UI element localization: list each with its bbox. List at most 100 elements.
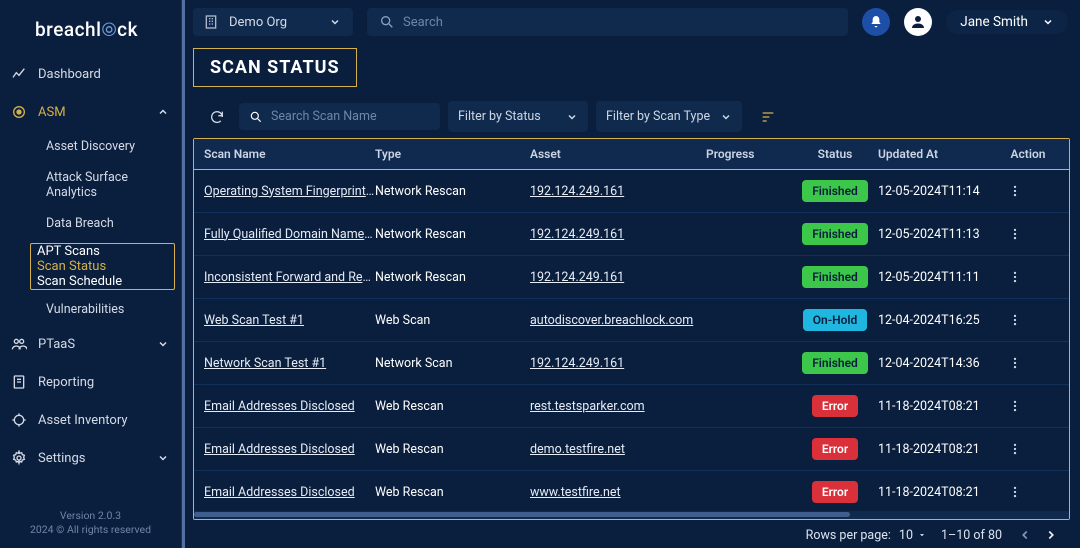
row-actions-button[interactable] <box>1008 270 1048 284</box>
nav: Dashboard ASM Asset Discovery Attack Sur… <box>0 55 181 503</box>
scan-name-link[interactable]: Inconsistent Forward and Reverse <box>200 270 375 285</box>
nav-label: Dashboard <box>38 67 169 82</box>
nav-asset-inventory[interactable]: Asset Inventory <box>0 401 181 439</box>
updated-at: 12-05-2024T11:14 <box>878 184 1008 199</box>
nav-dashboard[interactable]: Dashboard <box>0 55 181 93</box>
row-actions-button[interactable] <box>1008 442 1048 456</box>
row-actions-button[interactable] <box>1008 356 1048 370</box>
more-vertical-icon <box>1008 442 1022 456</box>
rows-per-page-label: Rows per page: <box>806 528 891 543</box>
org-name: Demo Org <box>229 15 319 30</box>
scan-name-link[interactable]: Email Addresses Disclosed <box>200 485 375 500</box>
scan-name-link[interactable]: Email Addresses Disclosed <box>200 442 375 457</box>
nav-scan-status[interactable]: Scan Status <box>31 259 174 274</box>
scan-name-link[interactable]: Web Scan Test #1 <box>200 313 375 328</box>
nav-settings[interactable]: Settings <box>0 439 181 477</box>
row-actions-button[interactable] <box>1008 485 1048 499</box>
scan-type: Network Rescan <box>375 184 530 199</box>
top-search[interactable] <box>367 8 848 36</box>
refresh-button[interactable] <box>203 103 231 131</box>
nav-label: PTaaS <box>38 337 147 352</box>
status-badge: On-Hold <box>803 309 868 331</box>
nav-data-breach[interactable]: Data Breach <box>36 208 181 239</box>
filter-status[interactable]: Filter by Status <box>448 101 588 132</box>
asset-link[interactable]: demo.testfire.net <box>530 442 706 457</box>
table-body: Operating System FingerprintedNetwork Re… <box>194 170 1069 511</box>
nav-label: ASM <box>38 105 147 120</box>
asset-link[interactable]: www.testfire.net <box>530 485 706 500</box>
filter-lines-button[interactable] <box>754 103 782 131</box>
scan-name-link[interactable]: Fully Qualified Domain Name (FQDN) <box>200 227 375 242</box>
target-icon <box>10 103 28 121</box>
scan-name-link[interactable]: Operating System Fingerprinted <box>200 184 375 199</box>
scan-name-link[interactable]: Email Addresses Disclosed <box>200 399 375 414</box>
col-asset: Asset <box>530 147 706 161</box>
asset-link[interactable]: 192.124.249.161 <box>530 270 706 285</box>
table-row: Fully Qualified Domain Name (FQDN)Networ… <box>194 213 1069 256</box>
col-updated: Updated At <box>878 147 1008 161</box>
chevron-down-icon <box>566 111 578 123</box>
row-actions-button[interactable] <box>1008 399 1048 413</box>
status-badge: Finished <box>802 352 868 374</box>
chevron-down-icon <box>1042 16 1054 28</box>
asset-link[interactable]: rest.testsparker.com <box>530 399 706 414</box>
asset-link[interactable]: 192.124.249.161 <box>530 356 706 371</box>
top-search-input[interactable] <box>403 15 836 30</box>
nav-reporting[interactable]: Reporting <box>0 363 181 401</box>
next-page-button[interactable] <box>1042 526 1060 544</box>
updated-at: 11-18-2024T08:21 <box>878 442 1008 457</box>
scan-type: Web Scan <box>375 313 530 328</box>
row-actions-button[interactable] <box>1008 227 1048 241</box>
chevron-down-icon <box>329 16 341 28</box>
rows-per-page-select[interactable]: 10 <box>899 528 927 543</box>
user-menu[interactable]: Jane Smith <box>946 10 1068 34</box>
chevron-down-icon <box>720 111 732 123</box>
table-header: Scan Name Type Asset Progress Status Upd… <box>194 139 1069 170</box>
status-cell: Finished <box>792 352 878 374</box>
col-action: Action <box>1008 147 1048 161</box>
table-row: Operating System FingerprintedNetwork Re… <box>194 170 1069 213</box>
nav-ptaas[interactable]: PTaaS <box>0 325 181 363</box>
scan-name-link[interactable]: Network Scan Test #1 <box>200 356 375 371</box>
nav-asm[interactable]: ASM <box>0 93 181 131</box>
filter-scan-type[interactable]: Filter by Scan Type <box>596 101 742 132</box>
more-vertical-icon <box>1008 399 1022 413</box>
row-actions-button[interactable] <box>1008 184 1048 198</box>
scan-name-input[interactable] <box>271 109 430 124</box>
version-text: Version 2.0.3 <box>0 509 181 524</box>
dropdown-arrow-icon <box>917 530 927 540</box>
gear-icon <box>10 449 28 467</box>
asset-link[interactable]: 192.124.249.161 <box>530 227 706 242</box>
main: Demo Org Jane Smith SCAN STATUS <box>185 0 1080 548</box>
scan-name-search[interactable] <box>239 103 440 130</box>
asset-link[interactable]: 192.124.249.161 <box>530 184 706 199</box>
updated-at: 12-04-2024T16:25 <box>878 313 1008 328</box>
brand-post: ck <box>117 18 138 41</box>
nav-scan-schedule[interactable]: Scan Schedule <box>31 274 174 289</box>
page-title-box: SCAN STATUS <box>193 48 357 87</box>
updated-at: 12-05-2024T11:13 <box>878 227 1008 242</box>
table-horizontal-scrollbar[interactable] <box>194 511 1069 519</box>
scan-type: Network Rescan <box>375 227 530 242</box>
notifications-button[interactable] <box>862 8 890 36</box>
col-type: Type <box>375 147 530 161</box>
col-status: Status <box>792 147 878 161</box>
org-select[interactable]: Demo Org <box>193 8 353 36</box>
more-vertical-icon <box>1008 227 1022 241</box>
prev-page-button[interactable] <box>1016 526 1034 544</box>
more-vertical-icon <box>1008 184 1022 198</box>
nav-vulnerabilities[interactable]: Vulnerabilities <box>36 294 181 325</box>
scrollbar-thumb[interactable] <box>194 512 850 517</box>
filter-type-label: Filter by Scan Type <box>606 109 710 124</box>
nav-asset-discovery[interactable]: Asset Discovery <box>36 131 181 162</box>
updated-at: 12-04-2024T14:36 <box>878 356 1008 371</box>
nav-apt-scans[interactable]: APT Scans <box>31 244 174 259</box>
asset-link[interactable]: autodiscover.breachlock.com <box>530 313 706 328</box>
row-actions-button[interactable] <box>1008 313 1048 327</box>
content: SCAN STATUS Filter by Status Filter by S… <box>185 44 1080 548</box>
avatar-icon <box>904 8 932 36</box>
pagination: Rows per page: 10 1–10 of 80 <box>193 520 1070 544</box>
building-icon <box>203 14 219 30</box>
pagination-nav <box>1016 526 1060 544</box>
nav-attack-surface[interactable]: Attack Surface Analytics <box>36 162 181 208</box>
